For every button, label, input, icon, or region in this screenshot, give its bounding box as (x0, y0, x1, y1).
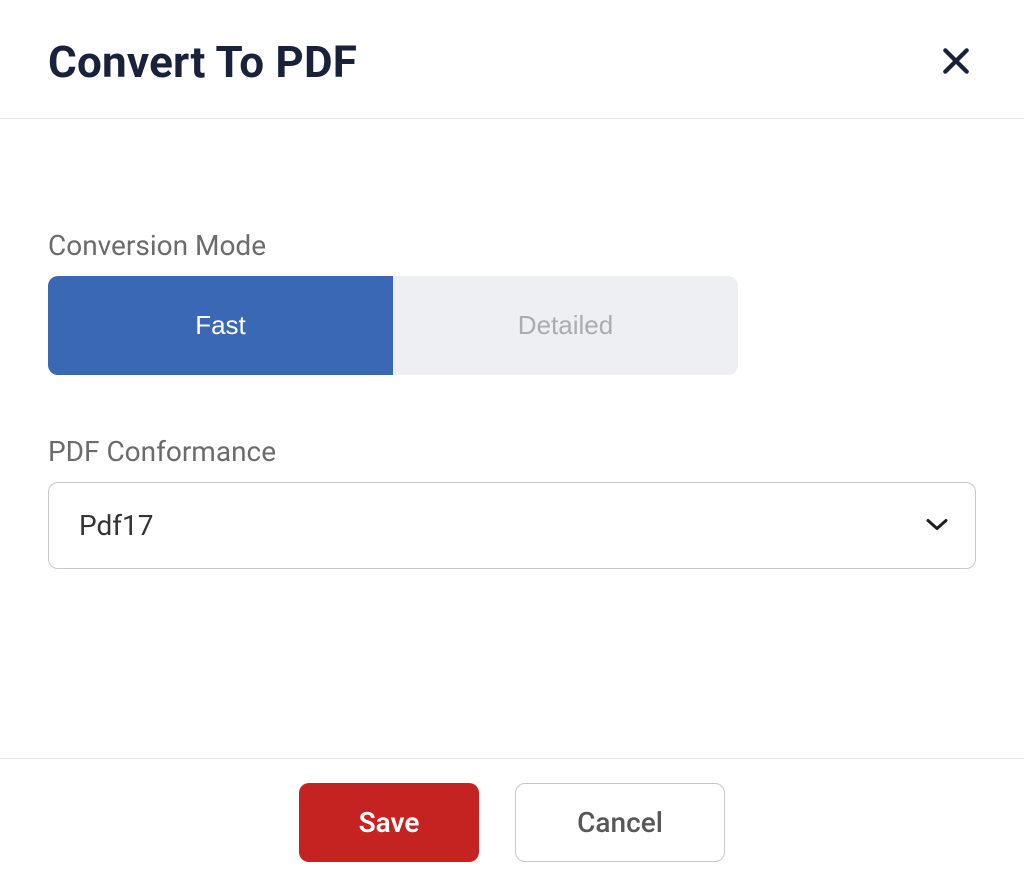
dialog-body: Conversion Mode Fast Detailed PDF Confor… (0, 119, 1024, 758)
pdf-conformance-group: PDF Conformance Pdf17 (48, 435, 976, 569)
cancel-button[interactable]: Cancel (515, 783, 725, 862)
conversion-mode-segmented: Fast Detailed (48, 276, 738, 375)
pdf-conformance-select-wrapper: Pdf17 (48, 482, 976, 569)
save-button[interactable]: Save (299, 783, 479, 862)
conversion-mode-label: Conversion Mode (48, 229, 976, 262)
dialog-footer: Save Cancel (0, 758, 1024, 886)
conversion-mode-group: Conversion Mode Fast Detailed (48, 229, 976, 375)
convert-to-pdf-dialog: Convert To PDF Conversion Mode Fast Deta… (0, 0, 1024, 886)
conversion-mode-fast[interactable]: Fast (48, 276, 393, 375)
pdf-conformance-select[interactable]: Pdf17 (48, 482, 976, 569)
pdf-conformance-label: PDF Conformance (48, 435, 976, 468)
close-button[interactable] (936, 41, 976, 84)
dialog-title: Convert To PDF (48, 36, 357, 88)
dialog-header: Convert To PDF (0, 0, 1024, 119)
conversion-mode-detailed[interactable]: Detailed (393, 276, 738, 375)
close-icon (940, 45, 972, 80)
